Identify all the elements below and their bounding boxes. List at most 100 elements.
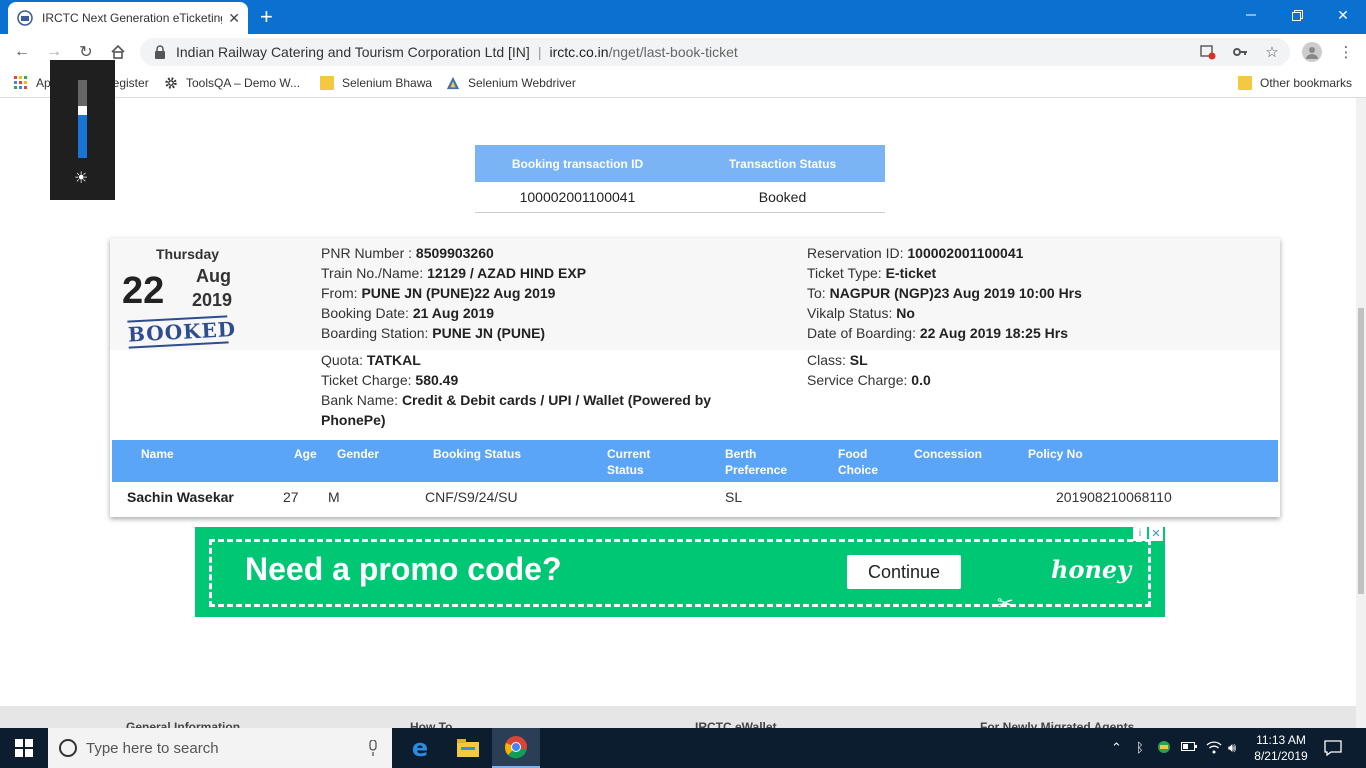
ticket-charge-line: Ticket Charge: 580.49 bbox=[321, 370, 458, 390]
address-separator: | bbox=[537, 44, 542, 60]
pnr-label: PNR Number : bbox=[321, 245, 413, 261]
reservation-id-line: Reservation ID: 100002001100041 bbox=[807, 243, 1023, 263]
cortana-circle-icon bbox=[59, 739, 77, 757]
transaction-table-header: Booking transaction ID Transaction Statu… bbox=[475, 145, 885, 182]
ticket-charge-label: Ticket Charge: bbox=[321, 372, 412, 388]
blocked-popup-icon[interactable] bbox=[1200, 44, 1216, 60]
chrome-taskbar-icon[interactable] bbox=[492, 728, 540, 768]
date-of-boarding-label: Date of Boarding: bbox=[807, 325, 916, 341]
header-booking-transaction-id: Booking transaction ID bbox=[511, 156, 644, 171]
bookmark-selenium-bhawa[interactable]: Selenium Bhawa bbox=[320, 76, 432, 90]
action-center-icon[interactable] bbox=[1324, 740, 1342, 759]
wifi-icon[interactable] bbox=[1206, 740, 1222, 757]
quota-label: Quota: bbox=[321, 352, 364, 368]
pnr-value: 8509903260 bbox=[415, 245, 494, 261]
taskbar-search-box[interactable]: Type here to search bbox=[48, 728, 392, 768]
scrollbar-thumb[interactable] bbox=[1358, 308, 1364, 594]
key-icon[interactable] bbox=[1232, 44, 1248, 60]
back-arrow-icon[interactable]: ← bbox=[12, 42, 32, 62]
tray-chevron-icon[interactable]: ⌃ bbox=[1111, 740, 1122, 756]
microphone-icon[interactable] bbox=[368, 740, 378, 756]
irctc-favicon-icon bbox=[17, 10, 33, 26]
bank-name-value-2: PhonePe) bbox=[321, 412, 386, 428]
windows-start-icon[interactable] bbox=[0, 728, 48, 768]
folder-icon bbox=[1238, 76, 1252, 90]
transaction-row: 100002001100041 Booked bbox=[475, 182, 885, 213]
bookmark-star-icon[interactable]: ☆ bbox=[1264, 44, 1280, 61]
header-gender: Gender bbox=[337, 447, 380, 461]
bookmark-other[interactable]: Other bookmarks bbox=[1238, 76, 1352, 90]
new-tab-icon[interactable]: + bbox=[260, 6, 273, 28]
booking-date-value: 21 Aug 2019 bbox=[412, 305, 495, 321]
header-current-status-1: Current bbox=[607, 447, 651, 461]
boarding-station-line: Boarding Station: PUNE JN (PUNE) bbox=[321, 323, 545, 343]
footer-irctc-ewallet[interactable]: IRCTC eWallet bbox=[695, 720, 777, 728]
forward-arrow-icon[interactable]: → bbox=[44, 42, 64, 62]
url-host: irctc.co.in bbox=[549, 44, 609, 60]
to-label: To: bbox=[807, 285, 826, 301]
brightness-slider[interactable] bbox=[78, 80, 87, 158]
ad-headline: Need a promo code? bbox=[245, 551, 562, 587]
footer-how-to[interactable]: How To bbox=[410, 720, 452, 728]
passenger-age: 27 bbox=[283, 489, 299, 505]
bank-name-value: Credit & Debit cards / UPI / Wallet (Pow… bbox=[401, 392, 712, 408]
file-explorer-icon[interactable] bbox=[444, 728, 492, 768]
close-window-icon[interactable]: ✕ bbox=[1320, 0, 1366, 30]
footer-general-information[interactable]: General Information bbox=[126, 720, 240, 728]
header-transaction-status: Transaction Status bbox=[728, 156, 837, 171]
apps-grid-icon bbox=[14, 76, 27, 89]
boarding-station-value: PUNE JN (PUNE) bbox=[432, 325, 546, 341]
brightness-flyout: ☀ bbox=[50, 60, 115, 200]
home-icon[interactable] bbox=[108, 42, 128, 62]
brightness-slider-thumb[interactable] bbox=[78, 106, 87, 115]
header-food-2: Choice bbox=[838, 463, 879, 477]
ticket-charge-value: 580.49 bbox=[415, 372, 459, 388]
profile-avatar-icon[interactable] bbox=[1302, 42, 1322, 62]
pnr-line: PNR Number : 8509903260 bbox=[321, 243, 494, 263]
service-charge-label: Service Charge: bbox=[807, 372, 908, 388]
edge-browser-icon[interactable]: e bbox=[396, 728, 444, 768]
bookmark-selenium-webdriver[interactable]: Selenium Webdriver bbox=[446, 76, 576, 90]
page-scrollbar[interactable] bbox=[1356, 98, 1366, 728]
bookmark-toolsqa[interactable]: ToolsQA – Demo W... bbox=[164, 76, 300, 90]
bookmark-other-label: Other bookmarks bbox=[1260, 76, 1353, 90]
browser-tab[interactable]: IRCTC Next Generation eTicketing ✕ bbox=[8, 2, 248, 34]
date-of-boarding-line: Date of Boarding: 22 Aug 2019 18:25 Hrs bbox=[807, 323, 1068, 343]
passenger-gender: M bbox=[328, 489, 340, 505]
volume-icon[interactable]: 🔊︎ bbox=[1228, 740, 1236, 756]
passenger-row: Sachin Wasekar 27 M CNF/S9/24/SU SL 2019… bbox=[112, 482, 1278, 512]
network-status-icon[interactable] bbox=[1156, 740, 1172, 757]
scissors-icon: ✂ bbox=[997, 593, 1014, 615]
menu-dots-icon[interactable]: ⋮ bbox=[1338, 44, 1354, 61]
passenger-berth: SL bbox=[725, 489, 743, 505]
address-bar[interactable]: Indian Railway Catering and Tourism Corp… bbox=[140, 38, 1290, 66]
gear-icon bbox=[165, 77, 177, 89]
lock-icon[interactable] bbox=[154, 45, 166, 59]
journey-weekday: Thursday bbox=[156, 246, 220, 262]
header-booking-status: Booking Status bbox=[433, 447, 522, 461]
class-label: Class: bbox=[807, 352, 846, 368]
header-current-status-2: Status bbox=[607, 463, 644, 477]
bookmark-selenium-webdriver-label: Selenium Webdriver bbox=[468, 76, 576, 90]
ad-info-icon[interactable]: i bbox=[1133, 527, 1147, 541]
brightness-sun-icon: ☀ bbox=[74, 170, 89, 187]
ad-continue-button[interactable]: Continue bbox=[847, 555, 961, 589]
url-path: /nget/last-book-ticket bbox=[608, 44, 738, 60]
reload-icon[interactable]: ↻ bbox=[76, 42, 96, 62]
tab-title: IRCTC Next Generation eTicketing bbox=[42, 11, 222, 25]
footer-newly-migrated-agents[interactable]: For Newly Migrated Agents bbox=[980, 720, 1134, 728]
folder-icon bbox=[320, 76, 334, 90]
system-clock[interactable]: 11:13 AM 8/21/2019 bbox=[1248, 732, 1314, 764]
vikalp-status-label: Vikalp Status: bbox=[807, 305, 893, 321]
promo-ad-banner[interactable]: Need a promo code? Continue honey ✂ i ✕ bbox=[195, 527, 1165, 617]
battery-icon[interactable] bbox=[1181, 740, 1197, 755]
ad-close-icon[interactable]: ✕ bbox=[1149, 527, 1163, 541]
taskbar-search-placeholder: Type here to search bbox=[86, 739, 219, 757]
to-line: To: NAGPUR (NGP)23 Aug 2019 10:00 Hrs bbox=[807, 283, 1082, 303]
clock-date: 8/21/2019 bbox=[1254, 749, 1308, 763]
passenger-table-header: Name Age Gender Booking Status Current S… bbox=[112, 440, 1278, 482]
minimize-icon[interactable] bbox=[1228, 0, 1274, 30]
bluetooth-icon[interactable]: ᛒ bbox=[1136, 740, 1144, 755]
restore-icon[interactable] bbox=[1274, 0, 1320, 30]
tab-close-icon[interactable]: ✕ bbox=[228, 10, 240, 27]
